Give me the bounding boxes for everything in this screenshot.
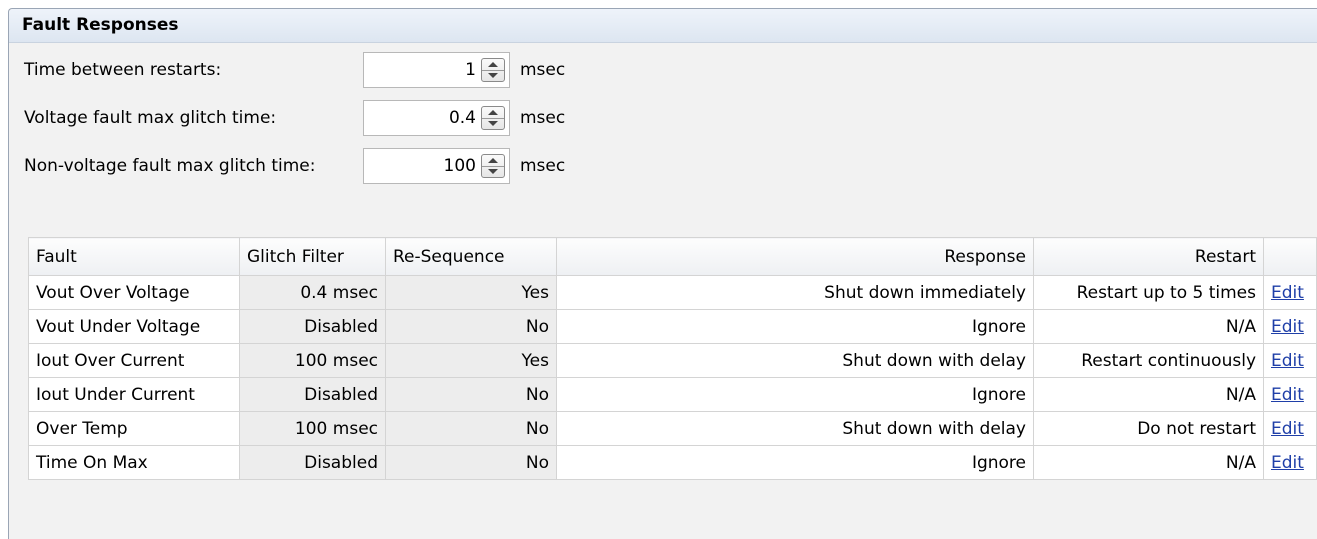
cell-fault: Vout Over Voltage <box>28 275 240 310</box>
cell-restart: N/A <box>1033 445 1264 480</box>
fault-responses-panel: Fault Responses Time between restarts: 1… <box>8 8 1317 539</box>
unit-label: msec <box>520 108 566 128</box>
edit-link[interactable]: Edit <box>1271 351 1304 371</box>
edit-link[interactable]: Edit <box>1271 419 1304 439</box>
cell-response: Shut down with delay <box>556 343 1034 378</box>
column-header-response[interactable]: Response <box>556 237 1034 276</box>
cell-re-sequence: No <box>385 411 557 446</box>
cell-glitch-filter: 100 msec <box>239 411 386 446</box>
cell-glitch-filter: Disabled <box>239 377 386 412</box>
table-row: Vout Under Voltage Disabled No Ignore N/… <box>28 309 1317 344</box>
cell-restart: N/A <box>1033 377 1264 412</box>
table-row: Iout Over Current 100 msec Yes Shut down… <box>28 343 1317 378</box>
arrow-down-icon <box>488 73 498 78</box>
voltage-glitch-time-spinner[interactable]: 0.4 <box>363 100 510 136</box>
edit-link[interactable]: Edit <box>1271 453 1304 473</box>
edit-link[interactable]: Edit <box>1271 317 1304 337</box>
cell-edit: Edit <box>1263 343 1317 378</box>
decrement-button[interactable] <box>482 118 504 129</box>
cell-edit: Edit <box>1263 275 1317 310</box>
cell-edit: Edit <box>1263 377 1317 412</box>
cell-glitch-filter: Disabled <box>239 445 386 480</box>
cell-restart: Restart continuously <box>1033 343 1264 378</box>
edit-link[interactable]: Edit <box>1271 385 1304 405</box>
panel-title: Fault Responses <box>22 15 179 35</box>
time-between-restarts-label: Time between restarts: <box>24 60 222 80</box>
spinner-buttons <box>481 154 505 178</box>
cell-response: Shut down with delay <box>556 411 1034 446</box>
table-row: Iout Under Current Disabled No Ignore N/… <box>28 377 1317 412</box>
table-header-row: Fault Glitch Filter Re-Sequence Response… <box>28 237 1317 276</box>
cell-restart: N/A <box>1033 309 1264 344</box>
decrement-button[interactable] <box>482 70 504 81</box>
column-header-restart[interactable]: Restart <box>1033 237 1264 276</box>
time-between-restarts-spinner[interactable]: 1 <box>363 52 510 88</box>
voltage-glitch-time-value[interactable]: 0.4 <box>449 108 476 128</box>
time-between-restarts-value[interactable]: 1 <box>465 60 476 80</box>
cell-re-sequence: No <box>385 377 557 412</box>
arrow-up-icon <box>488 158 498 163</box>
unit-label: msec <box>520 60 566 80</box>
cell-edit: Edit <box>1263 411 1317 446</box>
panel-header: Fault Responses <box>9 9 1317 43</box>
cell-glitch-filter: 0.4 msec <box>239 275 386 310</box>
column-header-re-sequence[interactable]: Re-Sequence <box>385 237 557 276</box>
edit-link[interactable]: Edit <box>1271 283 1304 303</box>
spinner-buttons <box>481 106 505 130</box>
cell-fault: Time On Max <box>28 445 240 480</box>
cell-fault: Vout Under Voltage <box>28 309 240 344</box>
spinner-buttons <box>481 58 505 82</box>
cell-re-sequence: No <box>385 445 557 480</box>
column-header-fault[interactable]: Fault <box>28 237 240 276</box>
column-header-glitch-filter[interactable]: Glitch Filter <box>239 237 386 276</box>
cell-edit: Edit <box>1263 309 1317 344</box>
cell-fault: Over Temp <box>28 411 240 446</box>
cell-response: Shut down immediately <box>556 275 1034 310</box>
cell-re-sequence: Yes <box>385 343 557 378</box>
table-row: Over Temp 100 msec No Shut down with del… <box>28 411 1317 446</box>
cell-fault: Iout Over Current <box>28 343 240 378</box>
cell-re-sequence: No <box>385 309 557 344</box>
non-voltage-glitch-time-label: Non-voltage fault max glitch time: <box>24 156 316 176</box>
arrow-down-icon <box>488 121 498 126</box>
cell-restart: Do not restart <box>1033 411 1264 446</box>
table-row: Vout Over Voltage 0.4 msec Yes Shut down… <box>28 275 1317 310</box>
unit-label: msec <box>520 156 566 176</box>
non-voltage-glitch-time-spinner[interactable]: 100 <box>363 148 510 184</box>
cell-response: Ignore <box>556 309 1034 344</box>
arrow-down-icon <box>488 169 498 174</box>
non-voltage-glitch-time-value[interactable]: 100 <box>444 156 476 176</box>
cell-response: Ignore <box>556 377 1034 412</box>
decrement-button[interactable] <box>482 166 504 177</box>
arrow-up-icon <box>488 110 498 115</box>
cell-glitch-filter: Disabled <box>239 309 386 344</box>
voltage-glitch-time-label: Voltage fault max glitch time: <box>24 108 277 128</box>
cell-re-sequence: Yes <box>385 275 557 310</box>
cell-response: Ignore <box>556 445 1034 480</box>
table-row: Time On Max Disabled No Ignore N/A Edit <box>28 445 1317 480</box>
arrow-up-icon <box>488 62 498 67</box>
cell-restart: Restart up to 5 times <box>1033 275 1264 310</box>
column-header-edit <box>1263 237 1317 276</box>
fault-table: Fault Glitch Filter Re-Sequence Response… <box>28 237 1317 480</box>
cell-glitch-filter: 100 msec <box>239 343 386 378</box>
cell-edit: Edit <box>1263 445 1317 480</box>
cell-fault: Iout Under Current <box>28 377 240 412</box>
